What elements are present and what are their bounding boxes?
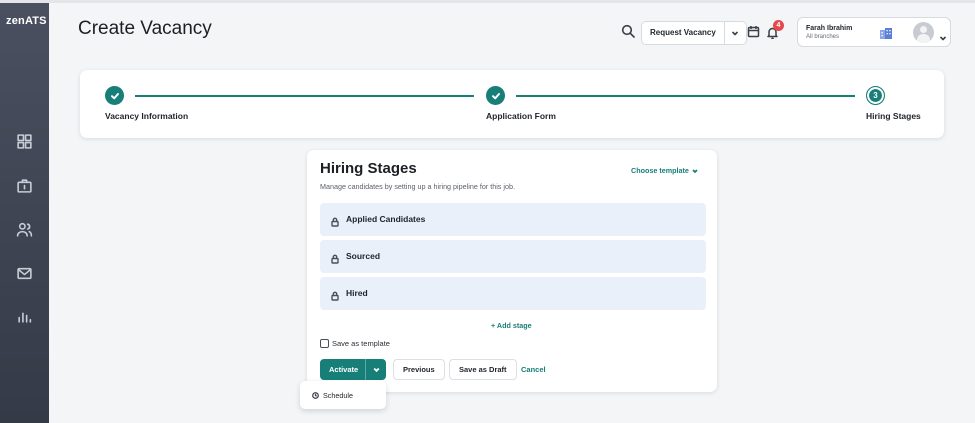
stage-label: Sourced <box>346 251 381 261</box>
users-icon[interactable] <box>16 221 33 238</box>
request-vacancy-button[interactable]: Request Vacancy <box>642 22 724 44</box>
choose-template-button[interactable]: Choose template <box>631 166 698 175</box>
save-as-template-label: Save as template <box>332 339 390 348</box>
zenats-logo[interactable]: zenATS <box>6 15 47 27</box>
add-stage-button[interactable]: + Add stage <box>491 321 532 330</box>
chevron-down-icon <box>692 168 698 173</box>
stage-label: Applied Candidates <box>346 214 426 224</box>
user-menu[interactable]: Farah Ibrahim All branches <box>797 17 951 47</box>
request-vacancy-group: Request Vacancy <box>641 21 747 45</box>
chevron-down-icon <box>939 29 947 41</box>
notification-badge: 4 <box>773 20 784 31</box>
chevron-down-icon <box>373 367 379 373</box>
save-as-template-checkbox[interactable] <box>320 339 329 348</box>
stage-row[interactable]: Applied Candidates <box>320 203 706 236</box>
activate-dropdown-toggle[interactable] <box>365 359 386 380</box>
avatar-body <box>917 34 930 43</box>
cancel-button[interactable]: Cancel <box>521 365 546 374</box>
previous-button[interactable]: Previous <box>393 359 445 380</box>
user-name: Farah Ibrahim <box>806 25 853 32</box>
step-label-application-form[interactable]: Application Form <box>486 111 556 121</box>
briefcase-icon[interactable] <box>16 177 33 194</box>
bar-chart-icon[interactable] <box>16 308 33 325</box>
step-label-vacancy-information[interactable]: Vacancy Information <box>105 111 188 121</box>
stage-row[interactable]: Hired <box>320 277 706 310</box>
step-connector <box>516 95 855 97</box>
avatar <box>913 22 934 43</box>
chevron-down-icon <box>732 31 739 36</box>
section-title: Hiring Stages <box>320 160 417 177</box>
schedule-label: Schedule <box>323 391 353 400</box>
lock-icon <box>330 288 340 301</box>
activate-dropdown-menu: Schedule <box>300 381 386 409</box>
activate-button[interactable]: Activate <box>320 359 365 380</box>
user-branch: All branches <box>806 34 840 40</box>
save-as-draft-button[interactable]: Save as Draft <box>449 359 517 380</box>
activate-split-button: Activate <box>320 359 386 380</box>
sidebar: zenATS <box>0 3 49 423</box>
step-2-complete-icon <box>486 86 505 105</box>
grid-icon[interactable] <box>16 133 33 150</box>
top-border <box>0 0 975 3</box>
step-3-number: 3 <box>868 88 883 103</box>
avatar-head <box>920 26 927 33</box>
mail-icon[interactable] <box>16 265 33 282</box>
section-subtitle: Manage candidates by setting up a hiring… <box>320 182 515 191</box>
hiring-stages-card: Hiring Stages Manage candidates by setti… <box>307 150 717 392</box>
logo-suffix: ATS <box>24 15 47 27</box>
calendar-icon[interactable] <box>747 25 760 38</box>
step-connector <box>135 95 474 97</box>
step-3-current-indicator: 3 <box>866 86 885 105</box>
clock-icon <box>312 392 319 399</box>
building-icon <box>879 27 893 40</box>
progress-stepper: Vacancy Information Application Form 3 H… <box>80 70 944 138</box>
choose-template-label: Choose template <box>631 166 689 175</box>
request-vacancy-dropdown[interactable] <box>723 22 746 44</box>
lock-icon <box>330 214 340 227</box>
logo-main: zen <box>6 15 25 27</box>
stage-label: Hired <box>346 288 368 298</box>
step-1-complete-icon <box>105 86 124 105</box>
stage-row[interactable]: Sourced <box>320 240 706 273</box>
page-title: Create Vacancy <box>78 18 212 39</box>
search-icon[interactable] <box>621 24 635 38</box>
lock-icon <box>330 251 340 264</box>
step-label-hiring-stages[interactable]: Hiring Stages <box>866 111 921 121</box>
schedule-menu-item[interactable]: Schedule <box>312 391 353 400</box>
